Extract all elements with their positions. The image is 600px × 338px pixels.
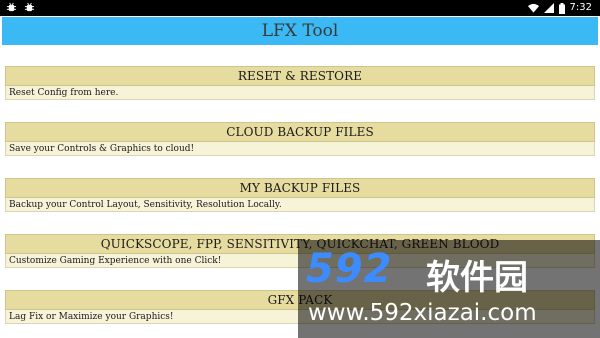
option-description: Backup your Control Layout, Sensitivity,… [5, 198, 595, 212]
watermark: 592 软件园 www.592xiazai.com [298, 240, 600, 338]
option-title[interactable]: RESET & RESTORE [5, 66, 595, 86]
signal-icon [543, 3, 554, 13]
app-bar: LFX Tool [2, 17, 598, 45]
bug-icon [24, 2, 35, 12]
option-description: Save your Controls & Graphics to cloud! [5, 142, 595, 156]
status-bar: 7:32 [0, 0, 600, 16]
option-title[interactable]: CLOUD BACKUP FILES [5, 122, 595, 142]
watermark-logo: 592 [306, 246, 393, 292]
notification-icons [6, 2, 35, 13]
app-title: LFX Tool [261, 21, 339, 41]
watermark-url: www.592xiazai.com [308, 300, 537, 326]
option-title[interactable]: MY BACKUP FILES [5, 178, 595, 198]
bug-icon [6, 2, 17, 12]
system-icons: 7:32 [527, 1, 592, 15]
option-description: Reset Config from here. [5, 86, 595, 100]
clock: 7:32 [569, 2, 592, 13]
option-card-my-backup[interactable]: MY BACKUP FILES Backup your Control Layo… [5, 178, 595, 212]
battery-icon [558, 2, 565, 14]
wifi-icon [527, 3, 539, 13]
watermark-brand-text: 软件园 [426, 258, 528, 298]
option-card-reset-restore[interactable]: RESET & RESTORE Reset Config from here. [5, 66, 595, 100]
option-card-cloud-backup[interactable]: CLOUD BACKUP FILES Save your Controls & … [5, 122, 595, 156]
